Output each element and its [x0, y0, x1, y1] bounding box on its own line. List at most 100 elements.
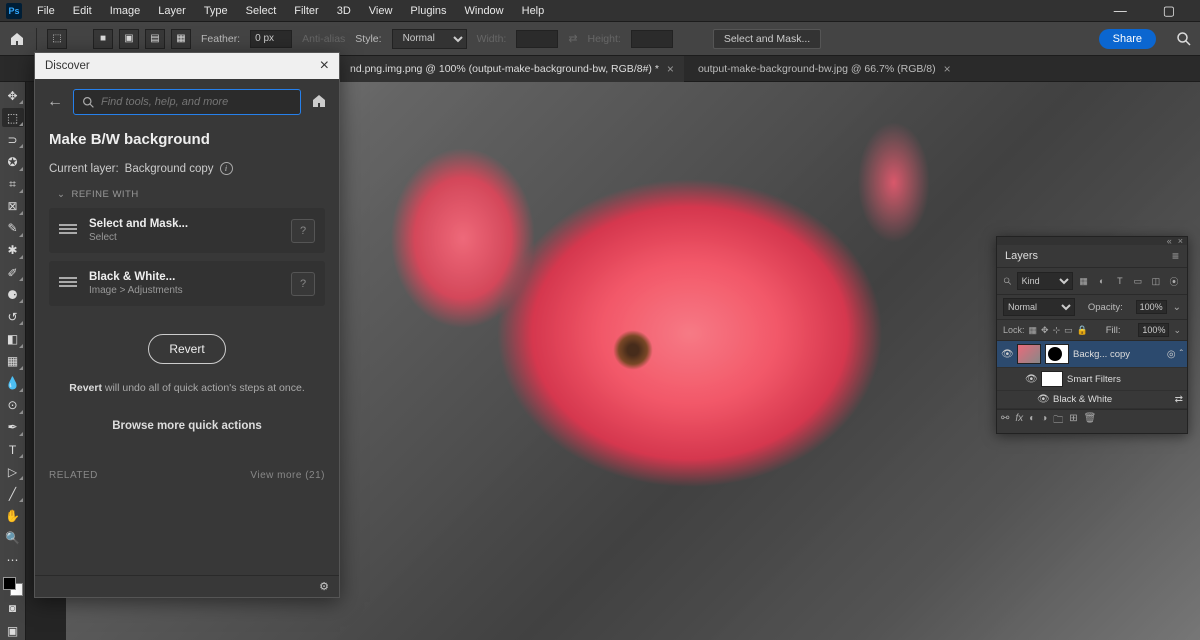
filter-toggle-icon[interactable]: ⦿ [1167, 274, 1181, 288]
menu-file[interactable]: File [28, 5, 64, 17]
layer-thumbnail[interactable] [1017, 344, 1041, 364]
home-icon[interactable] [8, 30, 26, 48]
select-and-mask-button[interactable]: Select and Mask... [713, 29, 821, 49]
search-field[interactable] [101, 96, 292, 108]
search-icon[interactable] [1176, 31, 1192, 47]
gradient-tool[interactable]: ▦ [2, 352, 24, 371]
shape-tool[interactable]: ╱ [2, 484, 24, 503]
healing-tool[interactable]: ✱ [2, 241, 24, 260]
lock-position-icon[interactable]: ✥ [1041, 325, 1049, 336]
back-icon[interactable]: ← [47, 93, 63, 111]
brush-tool[interactable]: ✐ [2, 263, 24, 282]
layer-style-icon[interactable]: fx [1015, 413, 1023, 430]
menu-filter[interactable]: Filter [285, 5, 327, 17]
lock-pixels-icon[interactable]: ▦ [1029, 325, 1038, 336]
panel-menu-icon[interactable]: ≡ [1172, 249, 1179, 263]
close-icon[interactable]: × [944, 62, 951, 76]
visibility-icon[interactable]: 👁 [1001, 349, 1013, 360]
discover-titlebar[interactable]: Discover × [35, 53, 339, 79]
lock-all-icon[interactable]: 🔒 [1077, 325, 1088, 336]
smart-filters-row[interactable]: 👁 Smart Filters [997, 368, 1187, 391]
filter-smart-icon[interactable]: ◫ [1149, 274, 1163, 288]
marquee-tool[interactable]: ⬚ [2, 108, 24, 127]
stamp-tool[interactable]: ⚈ [2, 285, 24, 304]
action-select-and-mask[interactable]: Select and Mask... Select ? [49, 208, 325, 253]
collapse-icon[interactable]: « [1167, 236, 1172, 246]
new-layer-icon[interactable]: ⊞ [1069, 413, 1077, 430]
quick-mask-icon[interactable]: ◙ [2, 599, 24, 618]
window-minimize-icon[interactable]: — [1105, 3, 1136, 19]
chevron-icon[interactable]: ˆ [1180, 349, 1183, 360]
menu-view[interactable]: View [360, 5, 402, 17]
add-selection-icon[interactable]: ▣ [119, 29, 139, 49]
opacity-input[interactable]: 100% [1136, 300, 1167, 314]
type-tool[interactable]: T [2, 440, 24, 459]
intersect-selection-icon[interactable]: ▦ [171, 29, 191, 49]
filter-row[interactable]: 👁 Black & White ⇄ [997, 391, 1187, 409]
visibility-icon[interactable]: 👁 [1037, 394, 1049, 405]
feather-input[interactable] [250, 30, 292, 48]
style-select[interactable]: Normal [392, 29, 467, 49]
home-icon[interactable] [311, 93, 327, 112]
group-icon[interactable]: 🗀 [1053, 413, 1063, 430]
chevron-down-icon[interactable]: ⌄ [1173, 302, 1181, 313]
new-selection-icon[interactable]: ■ [93, 29, 113, 49]
filter-shape-icon[interactable]: ▭ [1131, 274, 1145, 288]
crop-tool[interactable]: ⌗ [2, 175, 24, 194]
color-swatches[interactable] [3, 577, 23, 596]
document-tab[interactable]: nd.png.img.png @ 100% (output-make-backg… [340, 56, 684, 82]
info-icon[interactable]: i [220, 162, 233, 175]
revert-button[interactable]: Revert [148, 334, 225, 364]
search-input[interactable] [73, 89, 301, 115]
blend-mode-select[interactable]: Normal [1003, 298, 1075, 316]
delete-layer-icon[interactable]: 🗑 [1084, 413, 1097, 430]
lock-artboard-icon[interactable]: ⊹ [1053, 325, 1061, 336]
layer-row[interactable]: 👁 Backg... copy ◎ ˆ [997, 341, 1187, 368]
link-layers-icon[interactable]: ⚯ [1001, 413, 1009, 430]
chevron-down-icon[interactable]: ⌄ [1173, 325, 1181, 336]
share-button[interactable]: Share [1099, 29, 1156, 49]
blur-tool[interactable]: 💧 [2, 374, 24, 393]
visibility-icon[interactable]: 👁 [1025, 374, 1037, 385]
screen-mode-icon[interactable]: ▣ [2, 621, 24, 640]
filter-pixel-icon[interactable]: ▦ [1077, 274, 1091, 288]
menu-layer[interactable]: Layer [149, 5, 195, 17]
fill-input[interactable]: 100% [1138, 323, 1169, 337]
eraser-tool[interactable]: ◧ [2, 329, 24, 348]
move-tool[interactable]: ✥ [2, 86, 24, 105]
menu-help[interactable]: Help [513, 5, 554, 17]
lock-nest-icon[interactable]: ▭ [1064, 325, 1073, 336]
help-icon[interactable]: ? [291, 272, 315, 296]
tool-preset-icon[interactable]: ⬚ [47, 29, 67, 49]
filter-mask-thumbnail[interactable] [1041, 371, 1063, 387]
frame-tool[interactable]: ⊠ [2, 197, 24, 216]
pen-tool[interactable]: ✒ [2, 418, 24, 437]
close-icon[interactable]: × [320, 57, 329, 75]
document-tab[interactable]: output-make-background-bw.jpg @ 66.7% (R… [688, 56, 961, 82]
zoom-tool[interactable]: 🔍 [2, 529, 24, 548]
close-icon[interactable]: × [667, 62, 674, 76]
subtract-selection-icon[interactable]: ▤ [145, 29, 165, 49]
menu-type[interactable]: Type [195, 5, 237, 17]
window-maximize-icon[interactable]: ▢ [1154, 3, 1184, 19]
menu-select[interactable]: Select [237, 5, 286, 17]
action-black-white[interactable]: Black & White... Image > Adjustments ? [49, 261, 325, 306]
browse-more-link[interactable]: Browse more quick actions [49, 420, 325, 432]
layers-tab[interactable]: Layers [1005, 250, 1038, 262]
history-brush-tool[interactable]: ↺ [2, 307, 24, 326]
menu-edit[interactable]: Edit [64, 5, 101, 17]
menu-3d[interactable]: 3D [328, 5, 360, 17]
layer-name[interactable]: Backg... copy [1073, 349, 1163, 360]
view-more-link[interactable]: View more (21) [250, 470, 325, 481]
filter-type-icon[interactable]: T [1113, 274, 1127, 288]
dodge-tool[interactable]: ⊙ [2, 396, 24, 415]
menu-window[interactable]: Window [456, 5, 513, 17]
help-icon[interactable]: ? [291, 219, 315, 243]
eyedropper-tool[interactable]: ✎ [2, 219, 24, 238]
layer-mask-thumbnail[interactable] [1045, 344, 1069, 364]
close-icon[interactable]: × [1178, 236, 1183, 246]
menu-plugins[interactable]: Plugins [401, 5, 455, 17]
lasso-tool[interactable]: ⊃ [2, 130, 24, 149]
filter-adjust-icon[interactable]: ◐ [1095, 274, 1109, 288]
more-tools-icon[interactable]: ⋯ [2, 551, 24, 570]
